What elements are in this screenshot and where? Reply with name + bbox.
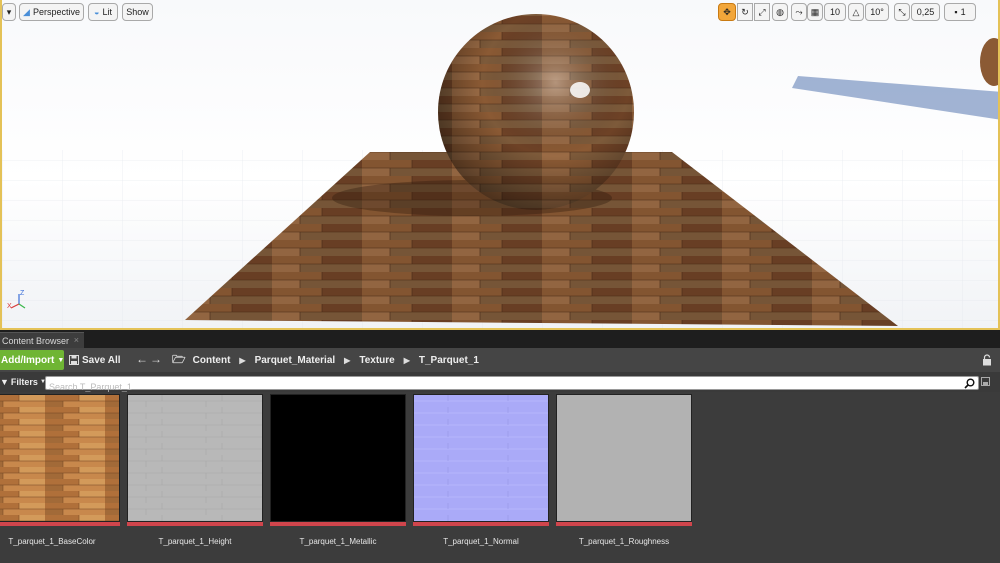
lit-label: Lit [102, 7, 112, 17]
level-viewport[interactable]: ▾ ◢ Perspective ◒ Lit Show ✥ ↻ ⤢ ◍ ⤳ ▦ 1… [0, 0, 1000, 330]
filters-button[interactable]: ▼ Filters ▼ [0, 375, 46, 389]
add-import-label: Add/Import [1, 354, 55, 366]
content-browser-tab-label: Content Browser [2, 335, 70, 346]
world-local-toggle[interactable]: ◍ [772, 3, 788, 21]
surface-snap-button[interactable]: ⤳ [791, 3, 807, 21]
rotation-snap-toggle[interactable]: △ [848, 3, 864, 21]
asset-thumbnail [127, 394, 263, 522]
content-browser-tab[interactable]: Content Browser × [0, 332, 84, 348]
save-icon [69, 355, 79, 365]
texture-type-bar [0, 522, 120, 526]
scale-icon: ⤢ [758, 6, 766, 17]
save-search-icon[interactable] [981, 377, 990, 386]
asset-name: T_parquet_1_Roughness [578, 537, 670, 546]
perspective-label: Perspective [32, 7, 80, 17]
breadcrumb-item-content[interactable]: Content [193, 355, 231, 366]
show-label: Show [126, 7, 149, 17]
save-all-button[interactable]: Save All [69, 350, 121, 370]
normal-texture-preview [414, 395, 548, 521]
filter-icon: ▼ [0, 377, 9, 387]
breadcrumb-separator-icon[interactable]: ▶ [404, 356, 410, 365]
search-input-container [45, 376, 979, 393]
texture-type-bar [127, 522, 263, 526]
rotate-icon: ↻ [741, 6, 749, 17]
rotation-snap-value[interactable]: 10° [865, 3, 889, 21]
asset-tile[interactable]: T_parquet_1_Roughness [556, 394, 692, 548]
asset-tile[interactable]: T_parquet_1_Height [127, 394, 263, 548]
globe-icon: ◍ [776, 6, 784, 17]
rotate-tool-button[interactable]: ↻ [737, 3, 753, 21]
grid-icon: ▦ [810, 6, 820, 17]
camera-icon: ◢ [23, 6, 30, 17]
axis-gizmo-icon: Z X [7, 290, 26, 310]
asset-thumbnail [270, 394, 406, 522]
asset-name: T_parquet_1_BaseColor [8, 537, 96, 546]
scene-render[interactable] [2, 0, 1000, 330]
rotation-snap-value-label: 10° [870, 7, 884, 17]
asset-thumbnail [0, 394, 120, 522]
view-mode-lit-button[interactable]: ◒ Lit [88, 3, 118, 21]
asset-tile[interactable]: T_parquet_1_Metallic [270, 394, 406, 548]
axis-z-label: Z [20, 290, 25, 297]
texture-type-bar [413, 522, 549, 526]
breadcrumb-separator-icon[interactable]: ▶ [344, 356, 350, 365]
filters-label: Filters [10, 377, 38, 387]
asset-name: T_parquet_1_Height [158, 537, 232, 546]
translate-tool-button[interactable]: ✥ [718, 3, 736, 21]
breadcrumb-item-texture[interactable]: Texture [359, 355, 394, 366]
breadcrumb-item-parquet-material[interactable]: Parquet_Material [255, 355, 336, 366]
breadcrumb: 🗁 Content ▶ Parquet_Material ▶ Texture ▶… [172, 350, 479, 370]
move-icon: ✥ [723, 6, 731, 17]
forward-arrow-icon[interactable]: → [150, 352, 162, 366]
asset-thumbnail [556, 394, 692, 522]
viewport-options-button[interactable]: ▾ [2, 3, 16, 21]
scale-snap-icon: ⤡ [898, 6, 906, 17]
height-texture-preview [128, 395, 262, 521]
asset-tile[interactable]: T_parquet_1_BaseColor [0, 394, 120, 548]
search-icon[interactable] [964, 378, 975, 389]
camera-speed-icon: ▪ [954, 6, 958, 17]
content-browser-panel: Content Browser × Add/Import ▼ Save All … [0, 330, 1000, 563]
close-icon[interactable]: × [74, 335, 79, 345]
lock-icon[interactable] [982, 354, 992, 366]
save-all-label: Save All [82, 354, 121, 366]
grid-snap-value[interactable]: 10 [824, 3, 846, 21]
content-browser-toolbar: Add/Import ▼ Save All ← → 🗁 Content ▶ Pa… [0, 348, 1000, 372]
breadcrumb-separator-icon[interactable]: ▶ [239, 356, 245, 365]
filter-row: ▼ Filters ▼ [0, 372, 1000, 393]
asset-thumbnail [413, 394, 549, 522]
scale-tool-button[interactable]: ⤢ [754, 3, 770, 21]
show-button[interactable]: Show [122, 3, 153, 21]
grid-snap-value-label: 10 [829, 7, 840, 17]
breadcrumb-item-t-parquet-1[interactable]: T_Parquet_1 [419, 355, 479, 366]
grid-snap-toggle[interactable]: ▦ [807, 3, 823, 21]
scale-snap-toggle[interactable]: ⤡ [894, 3, 910, 21]
scale-snap-value[interactable]: 0,25 [911, 3, 940, 21]
asset-name: T_parquet_1_Normal [443, 537, 519, 546]
texture-type-bar [270, 522, 406, 526]
perspective-button[interactable]: ◢ Perspective [19, 3, 84, 21]
chevron-down-icon: ▾ [6, 6, 12, 17]
basecolor-texture-preview [0, 395, 119, 521]
content-browser-tab-row: Content Browser × [0, 330, 1000, 348]
asset-name: T_parquet_1_Metallic [299, 537, 377, 546]
surface-snap-icon: ⤳ [795, 6, 803, 17]
camera-speed-value: 1 [960, 7, 966, 17]
back-arrow-icon[interactable]: ← [136, 352, 148, 366]
asset-tile[interactable]: T_parquet_1_Normal [413, 394, 549, 548]
axis-x-label: X [7, 303, 12, 310]
folder-open-icon[interactable]: 🗁 [172, 351, 186, 370]
lit-sphere-icon: ◒ [94, 6, 100, 17]
scale-snap-value-label: 0,25 [916, 7, 935, 17]
chevron-down-icon: ▼ [57, 356, 65, 364]
asset-grid: T_parquet_1_BaseColor T_parquet_1_Height… [0, 392, 1000, 563]
camera-speed-button[interactable]: ▪ 1 [944, 3, 976, 21]
add-import-button[interactable]: Add/Import ▼ [0, 350, 64, 370]
texture-type-bar [556, 522, 692, 526]
angle-icon: △ [852, 6, 860, 17]
